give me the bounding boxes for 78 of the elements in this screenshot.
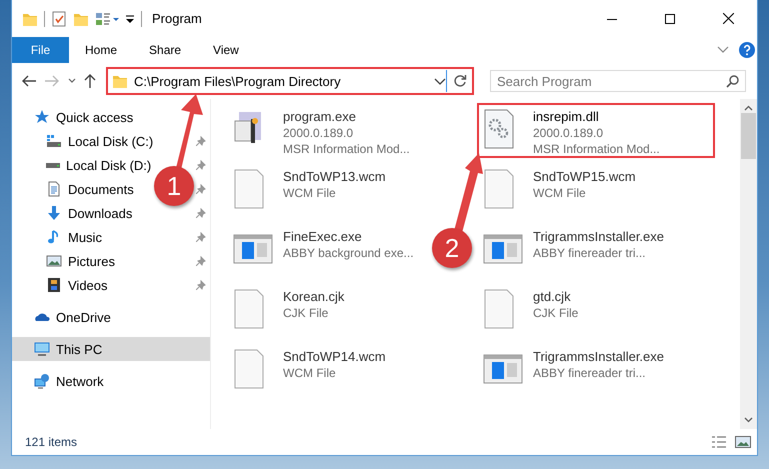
file-name[interactable]: insrepim.dll bbox=[533, 109, 660, 125]
address-field[interactable]: C:\Program Files\Program Directory bbox=[108, 70, 446, 92]
drive-icon bbox=[46, 134, 62, 148]
help-icon[interactable] bbox=[739, 42, 755, 58]
navigation-item[interactable]: Local Disk (C:) bbox=[46, 134, 154, 148]
view-options-icon[interactable] bbox=[95, 10, 119, 26]
file-detail: MSR Information Mod... bbox=[283, 141, 410, 157]
scrollbar[interactable] bbox=[740, 99, 757, 429]
pin-icon[interactable] bbox=[196, 136, 206, 146]
window-title: Program bbox=[152, 11, 203, 26]
file-name[interactable]: gtd.cjk bbox=[533, 289, 578, 305]
details-view-icon[interactable] bbox=[711, 435, 727, 449]
navigation-item[interactable]: Documents bbox=[46, 181, 134, 197]
file-detail: ABBY background exe... bbox=[283, 245, 414, 261]
navigation-item[interactable]: Music bbox=[46, 229, 102, 245]
navigation-item[interactable]: Quick access bbox=[34, 109, 134, 125]
recent-locations-icon[interactable] bbox=[68, 78, 76, 84]
file-detail: CJK File bbox=[533, 305, 578, 321]
search-icon[interactable] bbox=[726, 75, 739, 88]
picture-icon bbox=[46, 253, 62, 269]
pin-icon[interactable] bbox=[196, 184, 206, 194]
navigation-item[interactable]: Downloads bbox=[46, 205, 132, 221]
file-name[interactable]: program.exe bbox=[283, 109, 410, 125]
item-count: 121 items bbox=[25, 435, 78, 449]
search-field[interactable]: Search Program bbox=[490, 70, 746, 92]
navigation-item[interactable]: OneDrive bbox=[34, 309, 111, 325]
refresh-icon[interactable] bbox=[452, 74, 466, 88]
drive-icon bbox=[46, 162, 60, 168]
maximize-icon[interactable] bbox=[665, 14, 675, 24]
file-detail: WCM File bbox=[533, 185, 587, 201]
film-icon bbox=[46, 277, 62, 293]
navigation-item[interactable]: Local Disk (D:) bbox=[46, 158, 152, 172]
file-name[interactable]: FineExec.exe bbox=[283, 229, 414, 245]
globe-computer-icon bbox=[34, 373, 50, 389]
pin-icon[interactable] bbox=[196, 160, 206, 170]
folder-icon bbox=[112, 73, 128, 89]
file-name[interactable]: Korean.cjk bbox=[283, 289, 344, 305]
large-icons-view-icon[interactable] bbox=[735, 435, 751, 449]
properties-checkmark-icon[interactable] bbox=[51, 10, 67, 26]
up-icon[interactable] bbox=[84, 74, 96, 88]
file-detail: ABBY finereader tri... bbox=[533, 365, 646, 381]
ribbon-tab[interactable]: Home bbox=[69, 37, 134, 63]
file-detail: 2000.0.189.0 bbox=[533, 125, 604, 141]
navigation-item[interactable]: Pictures bbox=[46, 253, 115, 269]
scroll-down-icon[interactable] bbox=[744, 417, 753, 423]
file-name[interactable]: TrigrammsInstaller.exe bbox=[533, 349, 664, 365]
dropdown-caret-icon[interactable] bbox=[434, 78, 446, 84]
star-icon bbox=[34, 109, 50, 125]
file-detail: CJK File bbox=[283, 305, 330, 321]
file-detail: WCM File bbox=[283, 185, 337, 201]
file-menu-button[interactable]: File bbox=[12, 37, 69, 63]
file-detail: ABBY finereader tri... bbox=[533, 245, 646, 261]
back-icon[interactable] bbox=[22, 75, 37, 87]
download-arrow-icon bbox=[46, 205, 62, 221]
file-name[interactable]: SndToWP13.wcm bbox=[283, 169, 386, 185]
navigation-item[interactable]: Videos bbox=[46, 277, 108, 293]
scroll-up-icon[interactable] bbox=[744, 105, 753, 111]
file-name[interactable]: SndToWP15.wcm bbox=[533, 169, 636, 185]
navigation-item[interactable]: Network bbox=[34, 373, 104, 389]
close-icon[interactable] bbox=[722, 13, 734, 24]
navigation-item[interactable]: This PC bbox=[34, 341, 102, 357]
expand-ribbon-icon[interactable] bbox=[717, 46, 729, 54]
file-detail: WCM File bbox=[283, 365, 337, 381]
customize-dropdown-icon[interactable] bbox=[125, 12, 135, 24]
file-name[interactable]: SndToWP14.wcm bbox=[283, 349, 386, 365]
file-detail: 2000.0.189.0 bbox=[283, 125, 354, 141]
pin-icon[interactable] bbox=[196, 256, 206, 266]
document-icon bbox=[46, 181, 62, 197]
scroll-thumb[interactable] bbox=[741, 113, 756, 159]
computer-monitor-icon bbox=[34, 341, 50, 357]
file-name[interactable]: TrigrammsInstaller.exe bbox=[533, 229, 664, 245]
pin-icon[interactable] bbox=[196, 280, 206, 290]
forward-icon[interactable] bbox=[45, 75, 60, 87]
pin-icon[interactable] bbox=[196, 232, 206, 242]
file-detail: MSR Information Mod... bbox=[533, 141, 660, 157]
ribbon-tab[interactable]: View bbox=[197, 37, 255, 63]
pin-icon[interactable] bbox=[196, 208, 206, 218]
ribbon-tab[interactable]: Share bbox=[133, 37, 198, 63]
